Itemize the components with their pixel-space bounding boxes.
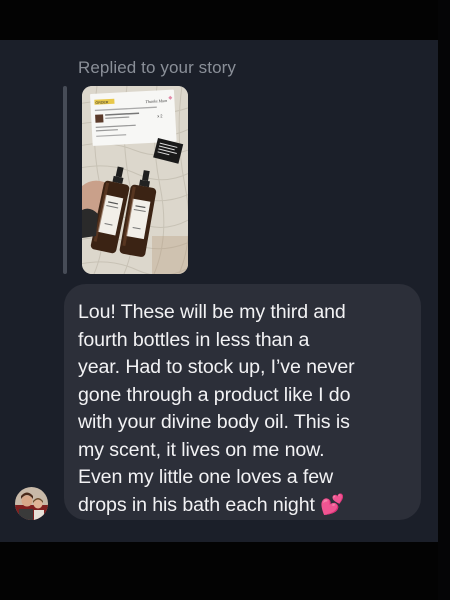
story-thumbnail[interactable]: ORDER Thanks Mum x 2 [82, 86, 188, 274]
avatar-photo [15, 487, 48, 520]
message-bubble[interactable]: Lou! These will be my third and fourth b… [64, 284, 421, 520]
story-photo: ORDER Thanks Mum x 2 [82, 86, 188, 274]
bottom-bar [0, 542, 450, 600]
order-slip: ORDER Thanks Mum x 2 [90, 89, 177, 146]
order-slip-tag: ORDER [95, 100, 109, 105]
dm-screen: Replied to your story ORDER Thanks Mum x… [0, 0, 450, 600]
story-reply-header: Replied to your story [78, 58, 237, 77]
sender-avatar[interactable] [15, 487, 48, 520]
message-text: Lou! These will be my third and fourth b… [78, 301, 355, 516]
right-edge [438, 0, 450, 600]
top-bar [0, 0, 450, 40]
reply-indicator-line [63, 86, 67, 274]
